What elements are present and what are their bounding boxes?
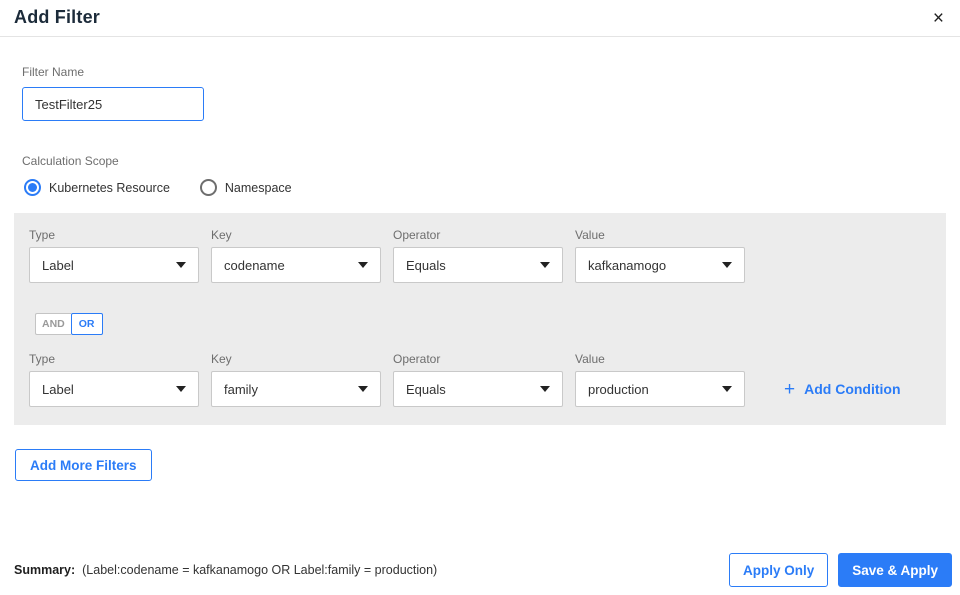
close-icon[interactable]: × bbox=[931, 9, 946, 29]
value-field: Value production bbox=[575, 352, 745, 407]
logic-toggle: AND OR bbox=[35, 313, 931, 335]
calculation-scope-label: Calculation Scope bbox=[22, 154, 119, 168]
operator-label: Operator bbox=[393, 352, 441, 366]
key-select-value: family bbox=[224, 381, 258, 397]
filter-name-input[interactable] bbox=[22, 87, 204, 121]
key-field: Key family bbox=[211, 352, 381, 407]
conditions-panel: Type Label Key codename Operator Equals … bbox=[14, 213, 946, 425]
summary: Summary: (Label:codename = kafkanamogo OR… bbox=[14, 563, 437, 577]
chevron-down-icon bbox=[358, 262, 368, 268]
operator-select-value: Equals bbox=[406, 381, 446, 397]
value-select[interactable]: production bbox=[575, 371, 745, 407]
plus-icon: + bbox=[784, 378, 796, 400]
add-more-filters-button[interactable]: Add More Filters bbox=[15, 449, 152, 481]
value-select-value: production bbox=[588, 381, 649, 397]
add-condition-label: Add Condition bbox=[804, 381, 901, 397]
operator-field: Operator Equals bbox=[393, 352, 563, 407]
dialog-header: Add Filter × bbox=[0, 0, 960, 37]
type-select-value: Label bbox=[42, 257, 74, 273]
chevron-down-icon bbox=[176, 386, 186, 392]
or-toggle-button[interactable]: OR bbox=[70, 313, 103, 335]
type-field: Type Label bbox=[29, 352, 199, 407]
chevron-down-icon bbox=[358, 386, 368, 392]
summary-label: Summary: bbox=[14, 563, 76, 577]
key-label: Key bbox=[211, 228, 232, 242]
value-label: Value bbox=[575, 352, 605, 366]
key-select[interactable]: codename bbox=[211, 247, 381, 283]
chevron-down-icon bbox=[722, 386, 732, 392]
apply-only-button[interactable]: Apply Only bbox=[728, 553, 829, 587]
operator-label: Operator bbox=[393, 228, 441, 242]
value-field: Value kafkanamogo bbox=[575, 228, 745, 283]
chevron-down-icon bbox=[176, 262, 186, 268]
value-label: Value bbox=[575, 228, 605, 242]
operator-field: Operator Equals bbox=[393, 228, 563, 283]
summary-text: (Label:codename = kafkanamogo OR Label:f… bbox=[82, 563, 438, 577]
operator-select[interactable]: Equals bbox=[393, 371, 563, 407]
operator-select-value: Equals bbox=[406, 257, 446, 273]
value-select-value: kafkanamogo bbox=[588, 257, 667, 273]
condition-row-1: Type Label Key codename Operator Equals … bbox=[29, 228, 931, 283]
key-select[interactable]: family bbox=[211, 371, 381, 407]
chevron-down-icon bbox=[540, 386, 550, 392]
type-label: Type bbox=[29, 352, 56, 366]
key-label: Key bbox=[211, 352, 232, 366]
type-label: Type bbox=[29, 228, 56, 242]
save-and-apply-button[interactable]: Save & Apply bbox=[838, 553, 952, 587]
radio-label: Kubernetes Resource bbox=[49, 180, 170, 195]
footer-actions: Apply Only Save & Apply bbox=[728, 553, 952, 587]
key-select-value: codename bbox=[224, 257, 285, 273]
add-condition-button[interactable]: + Add Condition bbox=[784, 371, 901, 407]
type-select[interactable]: Label bbox=[29, 247, 199, 283]
chevron-down-icon bbox=[540, 262, 550, 268]
radio-selected-icon bbox=[24, 179, 41, 196]
type-select-value: Label bbox=[42, 381, 74, 397]
page-title: Add Filter bbox=[14, 7, 100, 27]
and-toggle-button[interactable]: AND bbox=[35, 313, 71, 335]
filter-name-label: Filter Name bbox=[22, 65, 85, 79]
chevron-down-icon bbox=[722, 262, 732, 268]
radio-namespace[interactable]: Namespace bbox=[199, 179, 292, 196]
type-field: Type Label bbox=[29, 228, 199, 283]
radio-label: Namespace bbox=[224, 180, 292, 195]
radio-unselected-icon bbox=[199, 179, 217, 196]
condition-row-2: Type Label Key family Operator Equals Va… bbox=[29, 352, 931, 407]
calculation-scope-options: Kubernetes Resource Namespace bbox=[24, 179, 960, 196]
value-select[interactable]: kafkanamogo bbox=[575, 247, 745, 283]
type-select[interactable]: Label bbox=[29, 371, 199, 407]
key-field: Key codename bbox=[211, 228, 381, 283]
dialog-footer: Summary: (Label:codename = kafkanamogo OR… bbox=[14, 553, 952, 587]
operator-select[interactable]: Equals bbox=[393, 247, 563, 283]
radio-kubernetes-resource[interactable]: Kubernetes Resource bbox=[24, 179, 170, 196]
